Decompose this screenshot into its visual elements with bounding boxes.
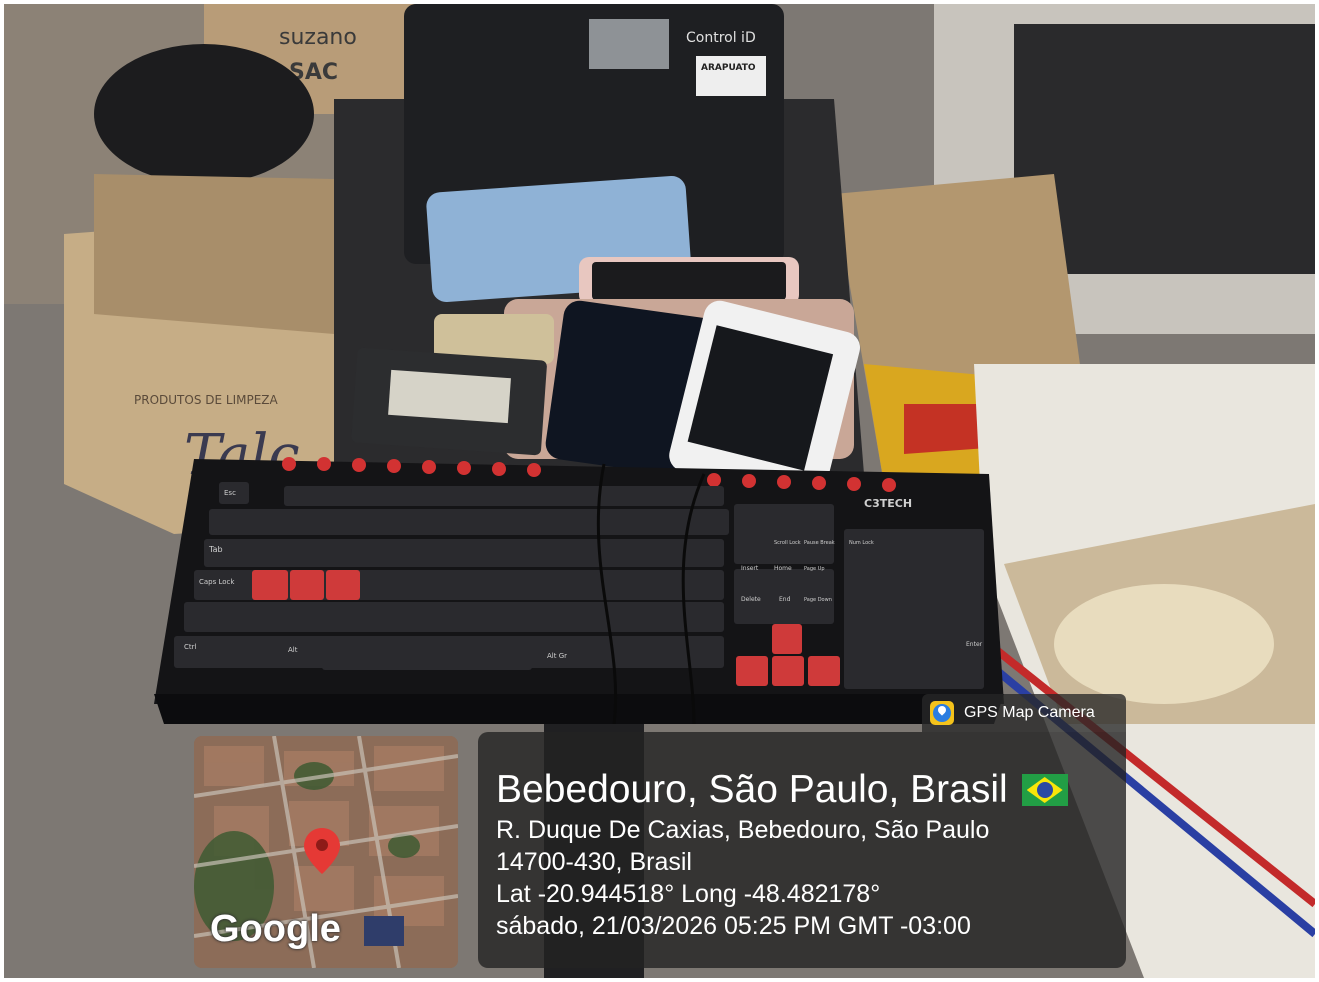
gps-info-panel: Bebedouro, São Paulo, Brasil R. Duque De…: [478, 732, 1126, 968]
key-ctrl: Ctrl: [184, 643, 197, 651]
key-page-down: Page Down: [804, 597, 832, 603]
coordinates: Lat -20.944518° Long -48.482178°: [496, 880, 881, 908]
key-esc: Esc: [224, 489, 236, 497]
keyboard-brand-text: C3TECH: [864, 497, 912, 510]
key-alt-gr: Alt Gr: [547, 652, 567, 660]
key-delete: Delete: [741, 596, 761, 603]
suzano-box-text: suzano: [279, 25, 357, 50]
trash-bag: [94, 44, 314, 184]
key-enter: Enter: [966, 641, 983, 648]
gps-map-camera-label: GPS Map Camera: [964, 704, 1095, 721]
device-brand-text: Control iD: [686, 30, 756, 46]
key-insert: Insert: [741, 565, 759, 572]
key-tab: Tab: [208, 545, 223, 554]
box-cleaning-text: PRODUTOS DE LIMPEZA: [134, 393, 279, 407]
key-scroll-lock: Scroll Lock: [774, 540, 801, 546]
gps-map-camera-badge: GPS Map Camera: [922, 694, 1126, 732]
device-sticker-text: ARAPUATO: [701, 63, 756, 73]
key-page-up: Page Up: [804, 566, 825, 572]
map-thumbnail: Google: [194, 736, 458, 968]
datetime: sábado, 21/03/2026 05:25 PM GMT -03:00: [496, 912, 971, 940]
key-alt: Alt: [288, 646, 298, 654]
brazil-flag-icon: [1021, 774, 1068, 806]
location-title-row: Bebedouro, São Paulo, Brasil: [496, 766, 1126, 814]
key-home: Home: [774, 565, 792, 572]
gps-map-camera-icon: [930, 701, 954, 725]
key-space: [322, 644, 532, 670]
address-line-1: R. Duque De Caxias, Bebedouro, São Paulo: [496, 816, 990, 844]
google-logo: Google: [210, 908, 341, 950]
key-pause-break: Pause Break: [804, 540, 835, 546]
key-num-lock: Num Lock: [849, 540, 874, 546]
location-title: Bebedouro, São Paulo, Brasil: [496, 768, 1008, 811]
key-caps-lock: Caps Lock: [199, 578, 235, 586]
key-end: End: [779, 596, 791, 603]
address-line-2: 14700-430, Brasil: [496, 848, 692, 876]
